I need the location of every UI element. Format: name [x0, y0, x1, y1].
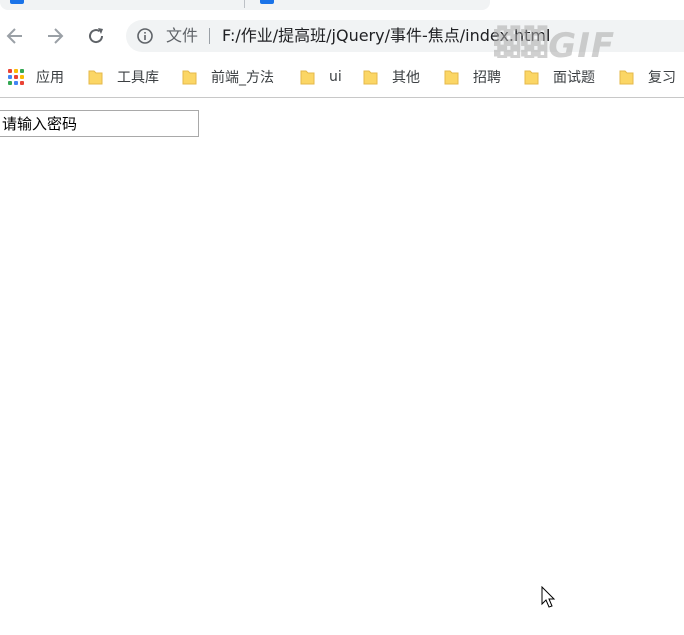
bookmark-label: ui — [329, 69, 342, 85]
bookmark-label: 应用 — [36, 70, 64, 86]
bookmark-label: 工具库 — [117, 70, 159, 86]
omnibox-separator — [209, 28, 210, 44]
folder-icon — [300, 70, 315, 85]
active-tab[interactable] — [0, 0, 490, 10]
tab-favicon-icon — [260, 0, 274, 4]
password-input[interactable] — [0, 110, 199, 137]
info-icon[interactable] — [136, 27, 154, 45]
reload-icon — [89, 28, 104, 44]
bookmark-folder[interactable]: 工具库 — [88, 67, 159, 87]
tab-favicon-icon — [10, 0, 24, 4]
bookmark-label: 复习 — [648, 70, 676, 86]
bookmark-label: 招聘 — [473, 70, 501, 86]
tab-separator — [244, 0, 245, 8]
bookmark-label: 前端_方法 — [211, 70, 274, 86]
browser-toolbar: 文件 F:/作业/提高班/jQuery/事件-焦点/index.html ▓▓G… — [0, 14, 684, 66]
reload-button[interactable] — [84, 24, 108, 48]
back-button[interactable] — [3, 24, 27, 48]
bookmark-folder[interactable]: 前端_方法 — [182, 67, 274, 87]
bookmark-label: 面试题 — [553, 70, 595, 86]
bookmark-folder[interactable]: 其他 — [363, 67, 420, 87]
bookmark-apps[interactable]: 应用 — [8, 67, 64, 87]
folder-icon — [444, 70, 459, 85]
bookmark-folder[interactable]: 复习 — [619, 67, 676, 87]
bookmark-folder[interactable]: 招聘 — [444, 67, 501, 87]
folder-icon — [88, 70, 103, 85]
bookmark-folder[interactable]: 面试题 — [524, 67, 595, 87]
folder-icon — [524, 70, 539, 85]
tab-strip — [0, 0, 684, 13]
forward-button[interactable] — [43, 24, 67, 48]
folder-icon — [182, 70, 197, 85]
folder-icon — [363, 70, 378, 85]
bookmark-folder[interactable]: ui — [300, 67, 342, 87]
toolbar-divider — [0, 97, 684, 98]
scheme-label: 文件 — [166, 26, 199, 45]
bookmarks-bar: 应用 工具库 前端_方法 ui 其他 招聘 面试题 复习 — [0, 58, 684, 96]
folder-icon — [619, 70, 634, 85]
apps-grid-icon — [8, 69, 24, 85]
forward-arrow-icon — [48, 28, 64, 44]
mouse-cursor-icon — [541, 586, 556, 608]
bookmark-label: 其他 — [392, 70, 420, 86]
back-arrow-icon — [6, 28, 22, 44]
